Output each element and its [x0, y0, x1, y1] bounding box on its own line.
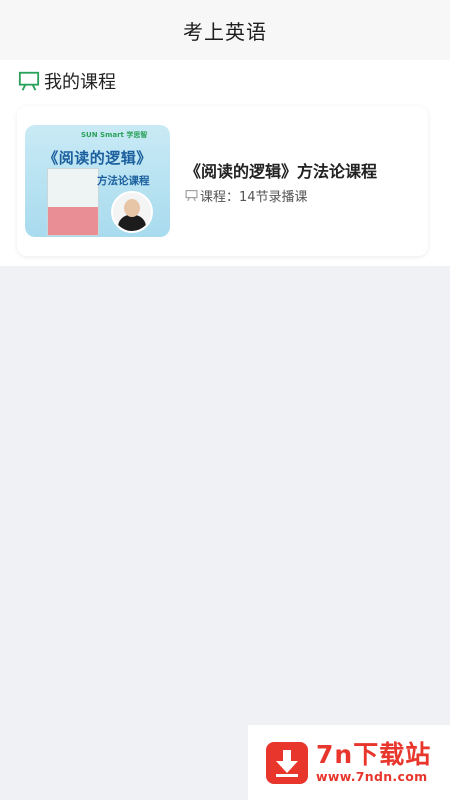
teacher-avatar [111, 191, 153, 233]
top-bar: 考上英语 [0, 0, 450, 60]
download-arrow-icon [266, 741, 308, 784]
course-lesson-count: 课程：14节录播课 [200, 189, 308, 205]
blackboard-small-icon [185, 189, 198, 201]
cover-subtitle: 方法论课程 [97, 175, 150, 187]
course-title: 《阅读的逻辑》方法论课程 [185, 161, 378, 181]
course-card[interactable]: SUN Smart 学思智 《阅读的逻辑》 方法论课程 《阅读的逻辑》方法论课程… [17, 106, 428, 256]
book-illustration [47, 168, 99, 236]
watermark-logo: 7n下载站 www.7ndn.com [248, 725, 450, 800]
cover-brand: SUN Smart 学思智 [81, 131, 148, 139]
watermark-title: 7n下载站 [316, 740, 432, 769]
section-header: 我的课程 [0, 60, 450, 102]
course-meta: 课程：14节录播课 [185, 186, 377, 205]
page-title: 考上英语 [183, 19, 267, 44]
section-title: 我的课程 [44, 72, 116, 93]
blackboard-icon [18, 71, 40, 91]
watermark-url: www.7ndn.com [316, 769, 428, 784]
course-info: 《阅读的逻辑》方法论课程 课程：14节录播课 [185, 158, 377, 205]
cover-title: 《阅读的逻辑》 [43, 149, 152, 167]
my-courses-panel: 我的课程 SUN Smart 学思智 《阅读的逻辑》 方法论课程 《阅读的逻辑》… [0, 60, 450, 266]
course-cover-image: SUN Smart 学思智 《阅读的逻辑》 方法论课程 [25, 125, 170, 237]
